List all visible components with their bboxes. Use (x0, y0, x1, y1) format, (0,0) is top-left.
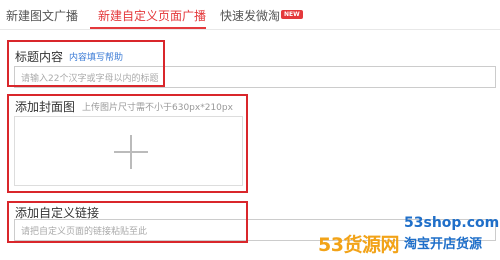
custom-link-placeholder: 请把自定义页面的链接粘贴至此 (21, 227, 148, 237)
content-help-link[interactable]: 内容填写帮助 (69, 50, 123, 63)
tab-bar: 新建图文广播 新建自定义页面广播 快速发微淘 NEW (0, 0, 500, 30)
cover-size-hint: 上传图片尺寸需不小于630px*210px (82, 103, 233, 113)
watermark-site: 53shop.com (404, 215, 500, 231)
watermark-logo: 53货源网 (318, 234, 399, 256)
tab-quick-weitao[interactable]: 快速发微淘 (220, 7, 280, 24)
new-badge: NEW (281, 10, 303, 19)
cover-label: 添加封面图 (15, 100, 76, 114)
cover-upload-area[interactable] (14, 116, 243, 186)
title-label: 标题内容 (15, 50, 64, 64)
title-input-placeholder: 请输入22个汉字或字母以内的标题 (21, 74, 159, 84)
plus-icon-vertical (130, 135, 132, 169)
tab-new-custom-page[interactable]: 新建自定义页面广播 (98, 7, 206, 24)
watermark-tagline: 淘宝开店货源 (404, 237, 483, 252)
tab-new-image-text[interactable]: 新建图文广播 (6, 7, 78, 24)
title-input[interactable]: 请输入22个汉字或字母以内的标题 (14, 66, 496, 88)
active-tab-indicator (90, 27, 206, 29)
